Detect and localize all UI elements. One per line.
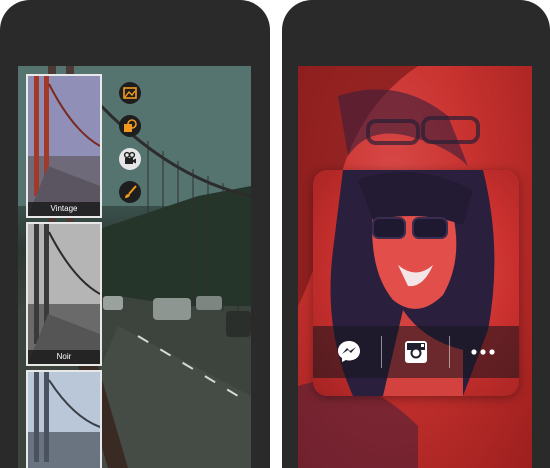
image-adjust-icon[interactable] (119, 82, 141, 104)
messenger-icon[interactable] (331, 334, 367, 370)
filter-thumbnail-vintage[interactable]: Vintage (26, 74, 102, 218)
filter-label: Vintage (28, 202, 100, 216)
filter-preview (28, 76, 100, 216)
sticker-icon[interactable] (119, 115, 141, 137)
filter-thumbnail-third[interactable] (26, 370, 102, 468)
filter-preview (28, 224, 100, 364)
filter-thumbnail-noir[interactable]: Noir (26, 222, 102, 366)
filter-label: Noir (28, 350, 100, 364)
instagram-icon[interactable] (398, 334, 434, 370)
separator (381, 336, 382, 368)
filter-preview (28, 372, 100, 468)
brush-icon[interactable] (119, 181, 141, 203)
right-phone (282, 0, 550, 468)
separator (449, 336, 450, 368)
more-icon[interactable] (465, 334, 501, 370)
video-camera-icon[interactable] (119, 148, 141, 170)
photo-editor-screen: Vintage Noir (18, 66, 251, 468)
left-phone: Vintage Noir (0, 0, 270, 468)
share-bar (313, 326, 519, 378)
share-screen (298, 66, 532, 468)
